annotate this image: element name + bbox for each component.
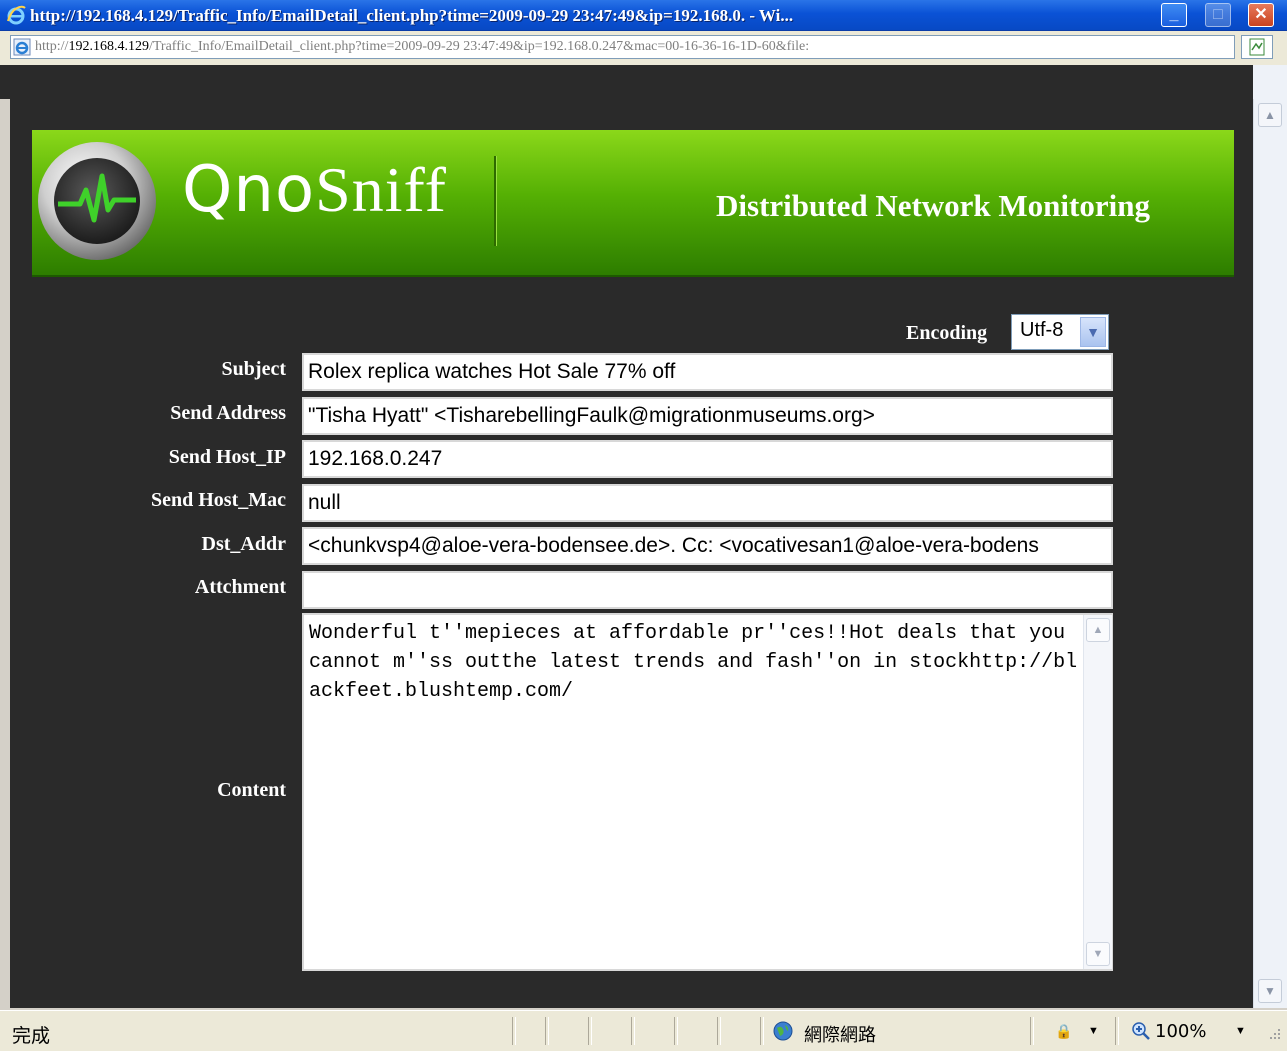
chevron-down-icon[interactable]: ▼ [1088,1025,1099,1037]
send-host-ip-field[interactable]: 192.168.0.247 [302,440,1113,478]
attachment-field[interactable] [302,571,1113,609]
url-host: 192.168.4.129 [68,39,149,54]
status-separator [588,1017,592,1045]
subject-label: Subject [221,358,286,380]
content-text: Wonderful t''mepieces at affordable pr''… [309,622,1078,703]
close-button[interactable]: ✕ [1248,3,1274,27]
content-top-strip [0,65,1287,99]
encoding-select[interactable]: Utf-8 ▼ [1011,314,1109,350]
scroll-down-icon[interactable]: ▼ [1086,942,1110,966]
url-path: /Traffic_Info/EmailDetail_client.php?tim… [148,39,810,54]
status-separator [631,1017,635,1045]
security-zone: 網際網路 [804,1025,876,1046]
status-separator [1115,1017,1119,1045]
page-refresh-icon [1249,38,1265,56]
banner-tagline: Distributed Network Monitoring [716,188,1150,223]
banner-divider [494,156,497,246]
address-bar: http://192.168.4.129/Traffic_Info/EmailD… [0,31,1287,66]
compatibility-button[interactable] [1241,35,1273,59]
zoom-level[interactable]: 100% [1155,1021,1206,1042]
encoding-value: Utf-8 [1020,319,1064,341]
page-scrollbar[interactable]: ▲ ▼ [1253,99,1287,1008]
url-field[interactable]: http://192.168.4.129/Traffic_Info/EmailD… [10,35,1235,59]
status-separator [717,1017,721,1045]
close-icon: ✕ [1254,6,1268,23]
content-textarea[interactable]: Wonderful t''mepieces at affordable pr''… [302,613,1113,971]
protected-mode-icon[interactable]: 🔒 [1055,1023,1077,1041]
resize-grip-icon[interactable] [1264,1025,1282,1043]
page-icon [13,38,31,56]
brand-suffix: Sniff [315,154,447,225]
status-text: 完成 [12,1025,51,1047]
scroll-up-icon[interactable]: ▲ [1258,103,1282,127]
send-host-mac-field[interactable]: null [302,484,1113,522]
subject-field[interactable]: Rolex replica watches Hot Sale 77% off [302,353,1113,391]
logo [38,142,156,260]
textarea-scrollbar[interactable]: ▲ ▼ [1083,615,1112,969]
status-separator [760,1017,764,1045]
brand-name: QnoSniff [182,158,447,223]
url-text: http://192.168.4.129/Traffic_Info/EmailD… [35,39,1230,55]
brand-prefix: Qno [182,153,316,227]
scroll-down-icon[interactable]: ▼ [1258,979,1282,1003]
attachment-label: Attchment [194,576,286,598]
zoom-icon[interactable] [1131,1021,1151,1041]
content-label: Content [217,779,286,801]
window-title: http://192.168.4.129/Traffic_Info/EmailD… [30,6,794,25]
maximize-icon: □ [1213,6,1223,23]
dst-addr-label: Dst_Addr [201,533,286,555]
window-titlebar[interactable]: http://192.168.4.129/Traffic_Info/EmailD… [0,0,1287,31]
send-address-field[interactable]: "Tisha Hyatt" <TisharebellingFaulk@migra… [302,397,1113,435]
status-separator [545,1017,549,1045]
status-separator [512,1017,516,1045]
status-bar: 完成 網際網路 🔒 ▼ 100% ▼ [0,1010,1287,1051]
status-separator [674,1017,678,1045]
internet-globe-icon [773,1021,793,1041]
status-separator [1030,1017,1034,1045]
maximize-button[interactable]: □ [1205,3,1231,27]
ie-logo-icon [7,5,26,25]
encoding-label: Encoding [906,322,988,344]
chevron-down-icon[interactable]: ▼ [1080,317,1106,347]
send-address-label: Send Address [170,402,286,424]
chevron-down-icon[interactable]: ▼ [1235,1025,1246,1037]
minimize-button[interactable]: _ [1161,3,1187,27]
minimize-icon: _ [1169,6,1179,23]
url-scheme: http:// [35,39,69,54]
scroll-up-icon[interactable]: ▲ [1086,618,1110,642]
send-host-mac-label: Send Host_Mac [151,489,286,511]
header-banner: QnoSniff Distributed Network Monitoring [32,130,1234,277]
dst-addr-field[interactable]: <chunkvsp4@aloe-vera-bodensee.de>. Cc: <… [302,527,1113,565]
scrollbar-rail [1253,65,1287,99]
send-host-ip-label: Send Host_IP [168,446,286,468]
heartbeat-monitor-icon [54,158,140,244]
